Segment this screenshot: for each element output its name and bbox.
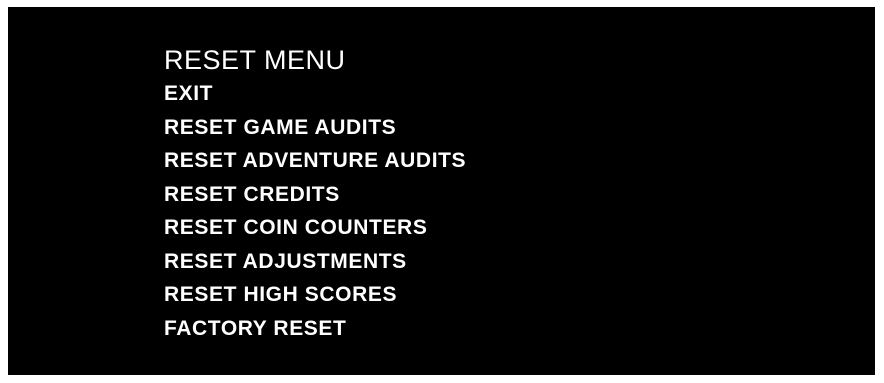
game-screen: RESET MENU EXIT RESET GAME AUDITS RESET …: [8, 7, 875, 375]
menu-item-factory-reset[interactable]: FACTORY RESET: [164, 312, 466, 346]
menu-item-reset-high-scores[interactable]: RESET HIGH SCORES: [164, 278, 466, 312]
menu-item-reset-coin-counters[interactable]: RESET COIN COUNTERS: [164, 211, 466, 245]
menu-item-reset-game-audits[interactable]: RESET GAME AUDITS: [164, 111, 466, 145]
menu-title: RESET MENU: [164, 45, 346, 75]
reset-menu: RESET MENU EXIT RESET GAME AUDITS RESET …: [164, 43, 466, 345]
menu-item-reset-adventure-audits[interactable]: RESET ADVENTURE AUDITS: [164, 144, 466, 178]
menu-item-exit[interactable]: EXIT: [164, 77, 466, 111]
menu-item-reset-adjustments[interactable]: RESET ADJUSTMENTS: [164, 245, 466, 279]
menu-item-reset-credits[interactable]: RESET CREDITS: [164, 178, 466, 212]
